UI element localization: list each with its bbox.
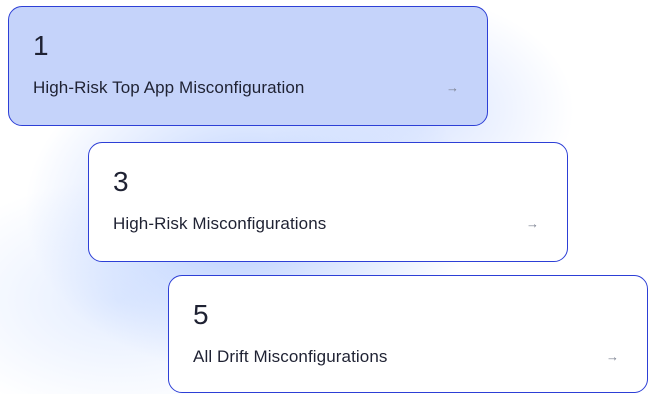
card-label: High-Risk Top App Misconfiguration <box>33 78 305 97</box>
card-label: High-Risk Misconfigurations <box>113 214 327 233</box>
card-count: 3 <box>113 166 129 197</box>
card-label: All Drift Misconfigurations <box>193 347 388 366</box>
card-count: 5 <box>193 299 209 330</box>
arrow-right-icon[interactable]: → <box>446 79 459 97</box>
arrow-right-icon[interactable]: → <box>606 348 619 366</box>
arrow-right-icon[interactable]: → <box>526 215 539 233</box>
card-count: 1 <box>33 30 49 61</box>
card-high-risk-misconfigurations[interactable]: 3 High-Risk Misconfigurations → <box>88 142 568 262</box>
card-all-drift-misconfigurations[interactable]: 5 All Drift Misconfigurations → <box>168 275 648 393</box>
card-high-risk-top-app-misconfiguration[interactable]: 1 High-Risk Top App Misconfiguration → <box>8 6 488 126</box>
